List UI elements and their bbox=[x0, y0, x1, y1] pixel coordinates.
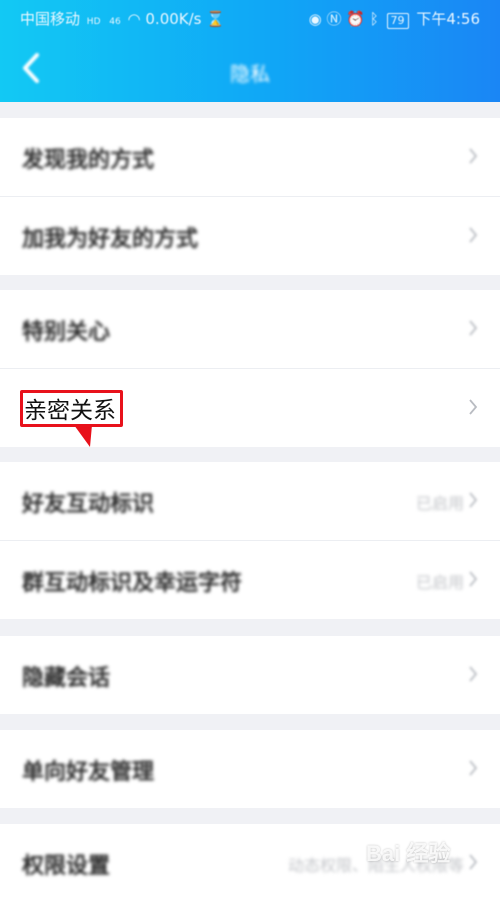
alarm-icon: ⏰ bbox=[346, 10, 365, 28]
callout-pointer bbox=[74, 425, 92, 447]
network-speed: 0.00K/s bbox=[145, 10, 202, 28]
wifi-icon: ◠ bbox=[127, 10, 141, 28]
carrier-name: 中国移动 bbox=[20, 10, 81, 28]
chevron-right-icon bbox=[469, 760, 478, 776]
bluetooth-icon: ᛒ bbox=[369, 10, 379, 28]
settings-row[interactable]: 加我为好友的方式 bbox=[0, 197, 500, 275]
chevron-right-icon bbox=[469, 320, 478, 336]
settings-row-label: 发现我的方式 bbox=[22, 148, 155, 173]
settings-row-label: 单向好友管理 bbox=[22, 760, 155, 785]
status-left: 中国移动 HD 46 ◠ 0.00K/s ⌛ bbox=[20, 8, 225, 29]
chevron-right-icon bbox=[469, 854, 478, 870]
clock-time: 下午4:56 bbox=[416, 10, 480, 28]
chevron-right-icon bbox=[469, 666, 478, 682]
highlight-box bbox=[20, 390, 123, 427]
battery-icon: 79 bbox=[386, 13, 409, 29]
settings-row-label: 权限设置 bbox=[22, 854, 111, 879]
settings-row-label: 群互动标识及幸运字符 bbox=[22, 571, 243, 596]
baidu-watermark: Bai 经验 bbox=[366, 841, 451, 866]
chevron-right-icon bbox=[469, 227, 478, 243]
settings-row[interactable]: 特别关心 bbox=[0, 290, 500, 369]
chevron-right-icon bbox=[469, 571, 478, 587]
settings-row[interactable]: 单向好友管理 bbox=[0, 730, 500, 808]
settings-row-label: 特别关心 bbox=[22, 320, 111, 345]
chevron-right-icon bbox=[469, 399, 478, 415]
eye-icon: ◉ bbox=[308, 10, 322, 28]
hd-badge: HD bbox=[86, 17, 101, 27]
settings-row-label: 隐藏会话 bbox=[22, 666, 111, 691]
status-bar: 中国移动 HD 46 ◠ 0.00K/s ⌛ ◉ Ⓝ ⏰ ᛒ 79 下午4:56 bbox=[0, 0, 500, 34]
signal-icon: 46 bbox=[109, 17, 121, 27]
settings-row[interactable]: 好友互动标识 已启用 bbox=[0, 462, 500, 541]
settings-row[interactable]: 群互动标识及幸运字符 已启用 bbox=[0, 541, 500, 619]
settings-row[interactable]: 发现我的方式 bbox=[0, 118, 500, 197]
settings-section: 好友互动标识 已启用 群互动标识及幸运字符 已启用 bbox=[0, 462, 500, 619]
settings-row-label: 好友互动标识 bbox=[22, 492, 155, 517]
settings-row[interactable]: 隐藏会话 bbox=[0, 636, 500, 714]
settings-row-value: 已启用 bbox=[415, 494, 464, 513]
settings-section: 隐藏会话 bbox=[0, 636, 500, 714]
status-right: ◉ Ⓝ ⏰ ᛒ 79 下午4:56 bbox=[309, 8, 480, 29]
nfc-icon: Ⓝ bbox=[326, 10, 342, 28]
settings-row-label: 加我为好友的方式 bbox=[22, 227, 199, 252]
hourglass-icon: ⌛ bbox=[206, 10, 225, 28]
settings-section: 发现我的方式加我为好友的方式 bbox=[0, 118, 500, 275]
page-title: 隐私 bbox=[230, 62, 270, 86]
app-header: 中国移动 HD 46 ◠ 0.00K/s ⌛ ◉ Ⓝ ⏰ ᛒ 79 下午4:56… bbox=[0, 0, 500, 102]
chevron-right-icon bbox=[469, 148, 478, 164]
chevron-right-icon bbox=[469, 492, 478, 508]
settings-row-value: 已启用 bbox=[415, 573, 464, 592]
settings-section: 单向好友管理 bbox=[0, 730, 500, 808]
